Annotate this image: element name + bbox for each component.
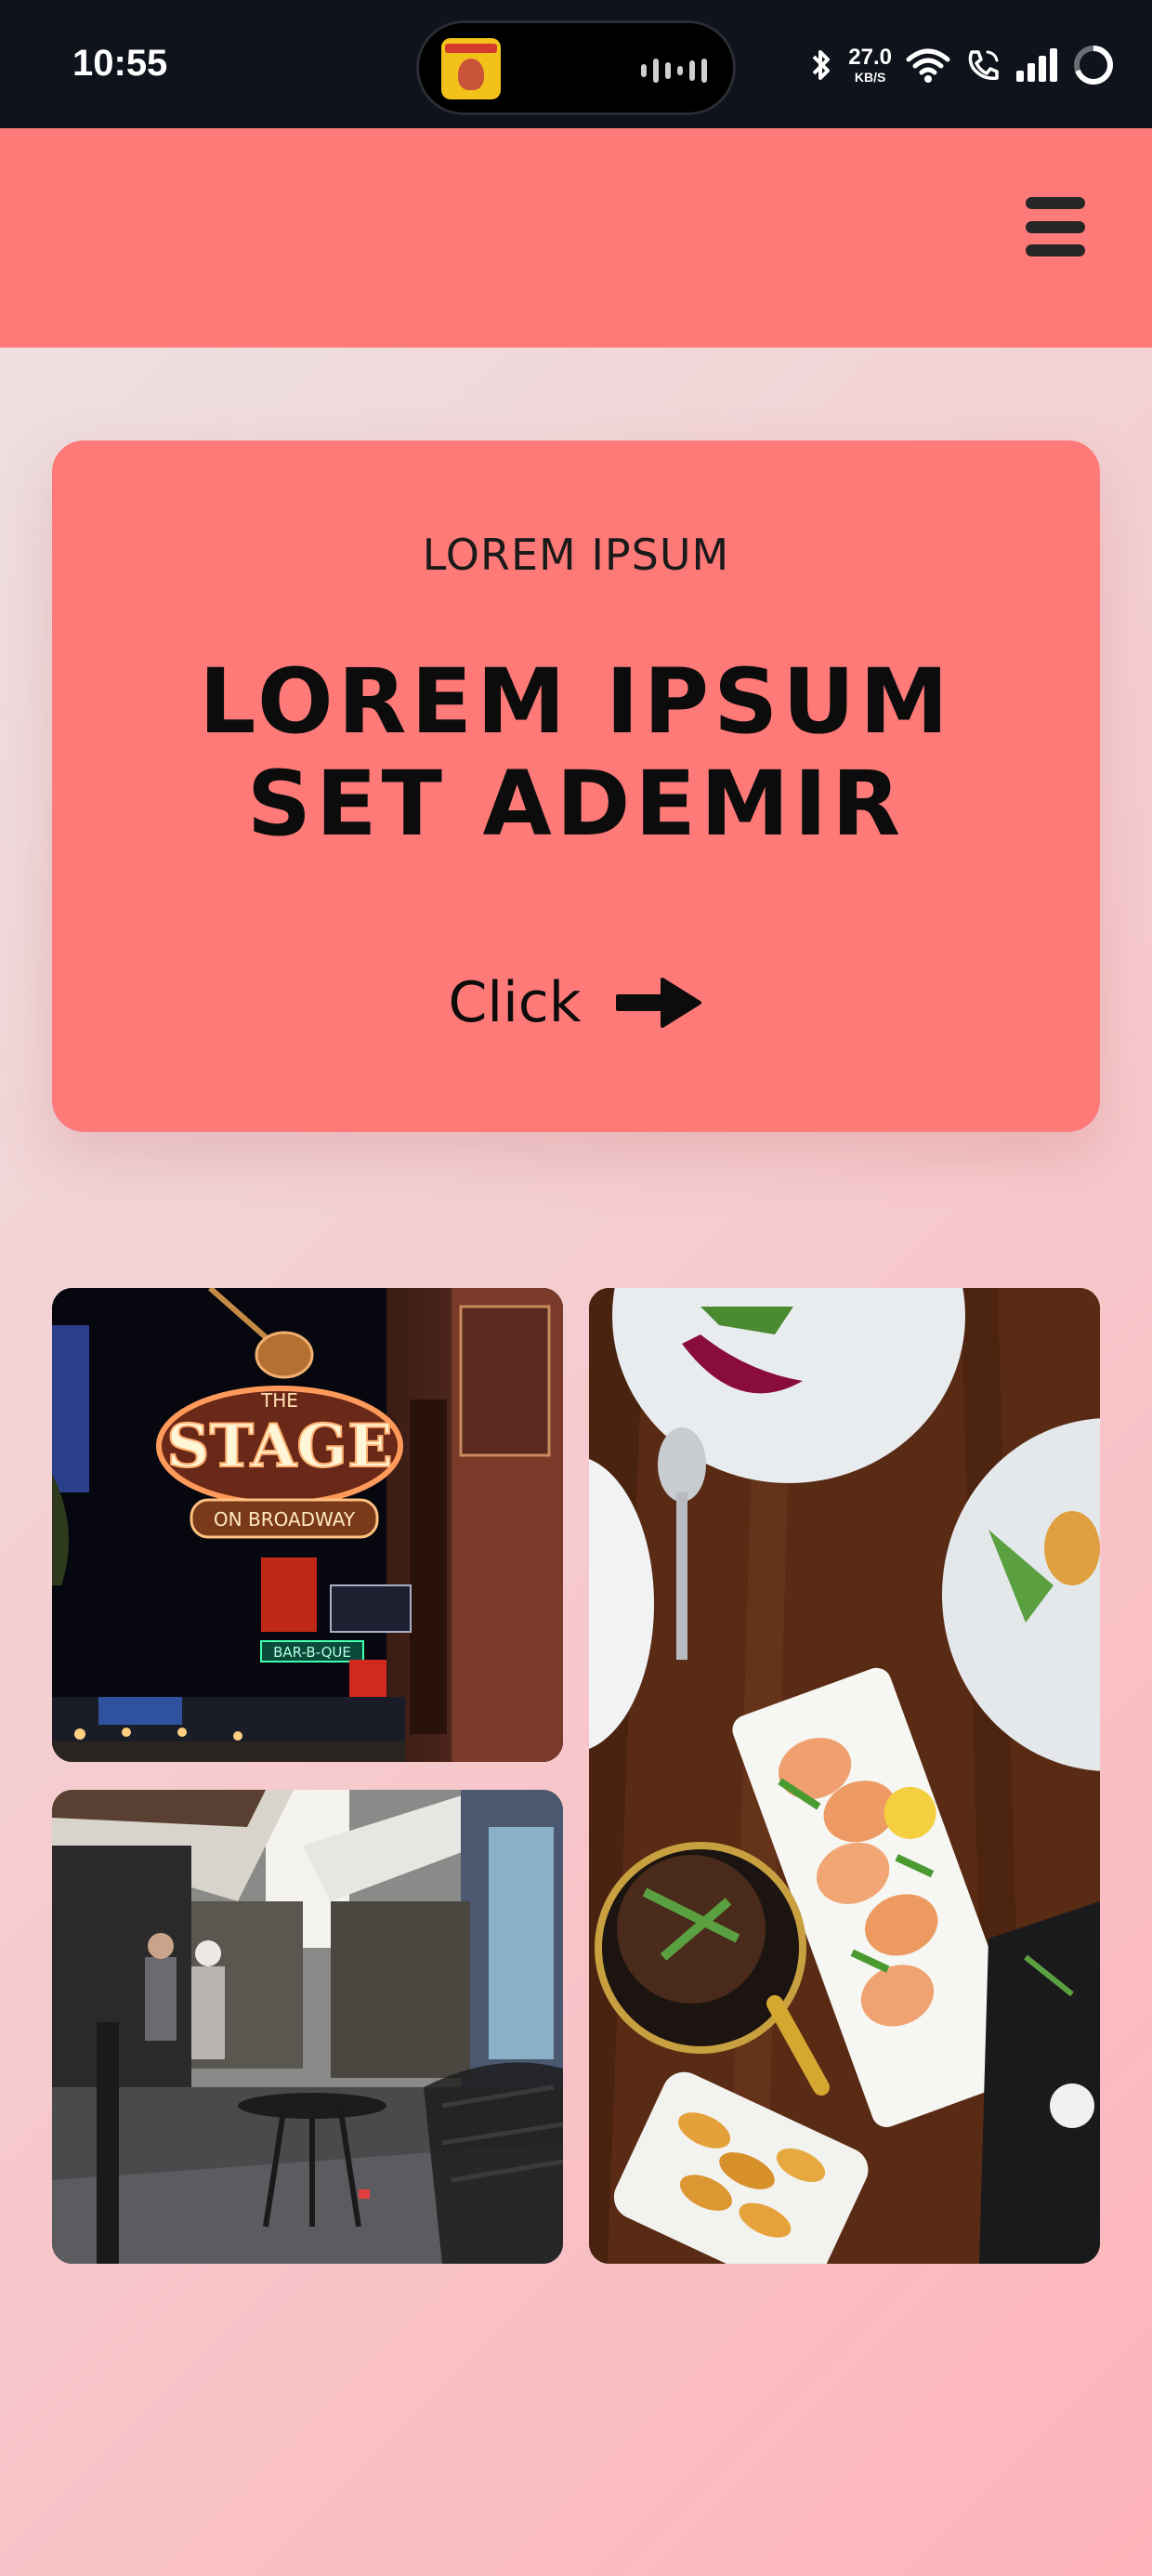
audio-wave-icon (641, 59, 707, 83)
now-playing-app-icon[interactable] (441, 38, 501, 99)
hero-kicker: LOREM IPSUM (422, 530, 730, 580)
network-speed: 27.0 KB/S (848, 45, 892, 85)
status-bar: 10:55 27.0 KB/S (0, 0, 1152, 128)
battery-ring-icon (1074, 46, 1113, 85)
wifi-icon (906, 48, 950, 83)
hero-card: LOREM IPSUM LOREM IPSUM SET ADEMIR Click (52, 440, 1100, 1132)
bluetooth-icon (812, 50, 831, 80)
svg-text:BAR-B-QUE: BAR-B-QUE (273, 1644, 351, 1661)
neon-stage-sign-image: STAGE THE ON BROADWAY BAR-B-QUE (52, 1288, 563, 1762)
hero-title-line-1: LOREM IPSUM (199, 650, 953, 754)
hamburger-menu-icon[interactable] (1026, 197, 1085, 256)
network-speed-value: 27.0 (848, 45, 892, 70)
hero-title-line-2: SET ADEMIR (246, 752, 906, 856)
svg-text:ON BROADWAY: ON BROADWAY (214, 1508, 356, 1531)
street-cafe-image (52, 1790, 563, 2264)
dynamic-island[interactable] (416, 20, 736, 115)
neon-stage-sign-photo[interactable]: STAGE THE ON BROADWAY BAR-B-QUE (52, 1288, 563, 1762)
shrimp-dinner-table-image (589, 1288, 1100, 2264)
network-speed-unit: KB/S (854, 70, 886, 85)
hero-title: LOREM IPSUM SET ADEMIR (52, 651, 1100, 855)
svg-text:STAGE: STAGE (166, 1412, 392, 1481)
wifi-calling-icon (968, 50, 999, 81)
status-time: 10:55 (72, 43, 168, 84)
signal-icon (1016, 48, 1057, 82)
street-cafe-photo[interactable] (52, 1790, 563, 2264)
status-icons: 27.0 KB/S (807, 37, 1115, 93)
click-button[interactable]: Click (52, 970, 1100, 1035)
shrimp-dinner-table-photo[interactable] (589, 1288, 1100, 2264)
site-header (0, 128, 1152, 348)
svg-text:THE: THE (260, 1389, 298, 1412)
click-button-label: Click (448, 970, 582, 1035)
arrow-right-icon (616, 978, 702, 1028)
